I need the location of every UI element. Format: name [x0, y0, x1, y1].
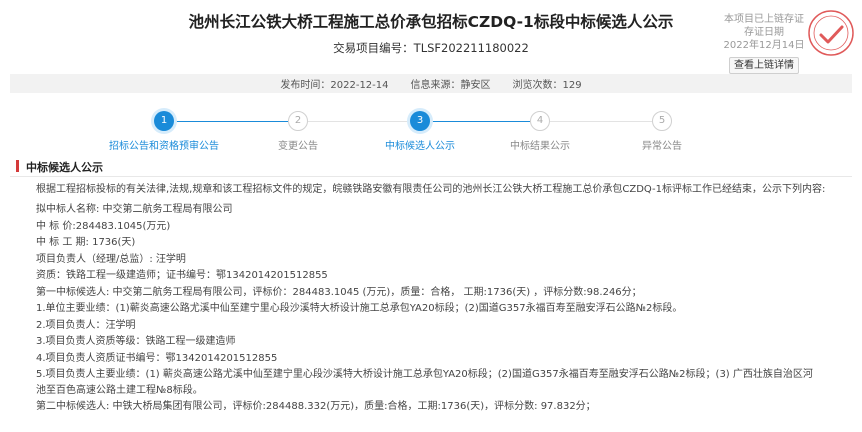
step-4-label[interactable]: 中标结果公示 [510, 137, 570, 152]
section-accent-bar [16, 160, 19, 172]
intro-paragraph: 根据工程招标投标的有关法律,法规,规章和该工程招标文件的规定，皖赣铁路安徽有限责… [36, 184, 826, 195]
view-count: 浏览次数：129 [512, 80, 582, 91]
step-3-label[interactable]: 中标候选人公示 [385, 137, 455, 152]
step-connector [164, 121, 288, 122]
content-line: 拟中标人名称: 中交第二航务工程局有限公司 [36, 204, 233, 215]
content-line: 第二中标候选人: 中铁大桥局集团有限公司，评标价:284488.332(万元)，… [36, 401, 596, 412]
publish-time: 发布时间：2022-12-14 [280, 80, 389, 91]
announcement-content: 根据工程招标投标的有关法律,法规,规章和该工程招标文件的规定，皖赣铁路安徽有限责… [36, 182, 836, 416]
view-chain-details-button[interactable]: 查看上链详情 [729, 57, 799, 74]
content-line: 第一中标候选人: 中交第二航务工程局有限公司，评标价：284483.1045 (… [36, 286, 642, 298]
step-4-circle[interactable]: 4 [530, 111, 550, 131]
step-5-label[interactable]: 异常公告 [642, 137, 682, 152]
step-2-circle[interactable]: 2 [288, 111, 308, 131]
content-line: 项目负责人（经理/总监）: 汪学明 [36, 253, 186, 265]
meta-info-bar: 发布时间：2022-12-14 信息来源：静安区 浏览次数：129 [10, 74, 852, 93]
content-line: 2.项目负责人：汪学明 [36, 319, 136, 331]
announcement-page: 池州长江公铁大桥工程施工总价承包招标CZDQ-1标段中标候选人公示 交易项目编号… [0, 0, 862, 432]
chain-stamp-icon [808, 10, 854, 56]
section-header: 中标候选人公示 [10, 158, 852, 177]
section-title: 中标候选人公示 [26, 161, 103, 174]
chain-record-info: 本项目已上链存证 存证日期 2022年12月14日 [716, 13, 812, 52]
content-line: 4.项目负责人资质证书编号：鄂1342014201512855 [36, 352, 278, 364]
chain-record-line1: 本项目已上链存证 [724, 14, 804, 25]
content-line: 中 标 工 期: 1736(天) [36, 237, 136, 248]
step-1-label[interactable]: 招标公告和资格预审公告 [109, 137, 219, 152]
content-line: 资质：铁路工程一级建造师；证书编号：鄂1342014201512855 [36, 270, 328, 281]
step-connector [430, 121, 530, 122]
step-5-circle[interactable]: 5 [652, 111, 672, 131]
content-line: 中 标 价:284483.1045(万元) [36, 220, 171, 232]
step-connector [550, 121, 652, 122]
content-line: 1.单位主要业绩：(1)蕲炎高速公路尤溪中仙至建宁里心段沙溪特大桥设计施工总承包… [36, 303, 683, 314]
step-3-circle[interactable]: 3 [410, 111, 430, 131]
step-connector [308, 121, 410, 122]
content-line: 3.项目负责人资质等级：铁路工程一级建造师 [36, 336, 236, 347]
content-line: 5.项目负责人主要业绩：(1) 蕲炎高速公路尤溪中仙至建宁里心段沙溪特大桥设计施… [36, 369, 813, 396]
chain-record-line2: 存证日期 [744, 27, 784, 38]
step-2-label[interactable]: 变更公告 [278, 137, 318, 152]
chain-record-date: 2022年12月14日 [723, 40, 805, 51]
progress-steps: 1 2 3 4 5 招标公告和资格预审公告 变更公告 中标候选人公示 中标结果公… [0, 104, 862, 154]
info-source: 信息来源：静安区 [410, 80, 491, 91]
step-1-circle[interactable]: 1 [154, 111, 174, 131]
